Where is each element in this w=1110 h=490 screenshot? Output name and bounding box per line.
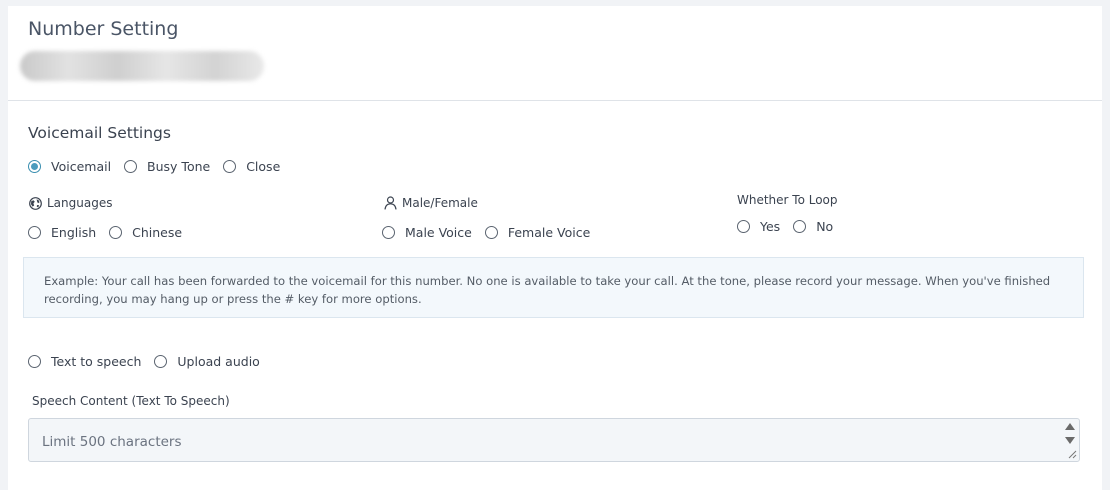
- source-group: Text to speech Upload audio: [28, 354, 273, 369]
- english-radio[interactable]: [28, 226, 41, 239]
- chinese-option[interactable]: Chinese: [109, 225, 182, 240]
- close-label: Close: [246, 159, 281, 174]
- mode-busy-tone-option[interactable]: Busy Tone: [124, 159, 210, 174]
- upload-audio-radio[interactable]: [154, 355, 168, 368]
- loop-no-label: No: [816, 219, 834, 234]
- languages-group: English Chinese: [28, 225, 195, 240]
- loop-text: Whether To Loop: [737, 193, 838, 207]
- scroll-down-arrow-icon[interactable]: [1065, 437, 1075, 444]
- busy-tone-label: Busy Tone: [147, 159, 211, 174]
- example-notice: Example: Your call has been forwarded to…: [23, 257, 1084, 318]
- loop-label: Whether To Loop: [737, 193, 838, 207]
- resize-handle-icon[interactable]: [1067, 449, 1077, 459]
- gender-label: Male/Female: [384, 196, 478, 210]
- male-voice-radio[interactable]: [382, 226, 395, 239]
- chinese-radio[interactable]: [109, 226, 123, 239]
- blurred-number: [20, 51, 264, 81]
- female-voice-radio[interactable]: [484, 226, 498, 239]
- number-setting-card: Number Setting Voicemail Settings Voicem…: [8, 6, 1102, 490]
- loop-no-option[interactable]: No: [793, 219, 833, 234]
- header: Number Setting: [8, 6, 1102, 100]
- speech-content-label: Speech Content (Text To Speech): [32, 394, 230, 408]
- languages-text: Languages: [47, 196, 113, 210]
- female-voice-option[interactable]: Female Voice: [484, 225, 591, 240]
- globe-icon: [29, 196, 42, 210]
- text-to-speech-label: Text to speech: [51, 354, 142, 369]
- page-title: Number Setting: [28, 18, 179, 40]
- loop-group: Yes No: [737, 219, 846, 234]
- gender-text: Male/Female: [402, 196, 478, 210]
- speech-placeholder: Limit 500 characters: [42, 434, 182, 450]
- mode-voicemail-option[interactable]: Voicemail: [28, 159, 111, 174]
- voicemail-radio[interactable]: [28, 160, 41, 173]
- upload-audio-label: Upload audio: [177, 354, 260, 369]
- busy-tone-radio[interactable]: [124, 160, 138, 173]
- gender-group: Male Voice Female Voice: [382, 225, 603, 240]
- loop-no-radio[interactable]: [793, 220, 807, 233]
- female-voice-label: Female Voice: [507, 225, 591, 240]
- male-voice-label: Male Voice: [405, 225, 472, 240]
- person-icon: [384, 196, 397, 210]
- text-to-speech-radio[interactable]: [28, 355, 41, 368]
- voicemail-mode-group: Voicemail Busy Tone Close: [28, 159, 293, 174]
- loop-yes-option[interactable]: Yes: [737, 219, 780, 234]
- upload-audio-option[interactable]: Upload audio: [154, 354, 260, 369]
- languages-label: Languages: [29, 196, 112, 210]
- chinese-label: Chinese: [132, 225, 183, 240]
- mode-close-option[interactable]: Close: [223, 159, 280, 174]
- close-radio[interactable]: [223, 160, 237, 173]
- voicemail-label: Voicemail: [51, 159, 112, 174]
- scroll-up-arrow-icon[interactable]: [1065, 423, 1075, 430]
- divider: [8, 100, 1102, 101]
- speech-content-textarea[interactable]: Limit 500 characters: [28, 418, 1080, 462]
- text-to-speech-option[interactable]: Text to speech: [28, 354, 141, 369]
- english-label: English: [51, 225, 97, 240]
- loop-yes-label: Yes: [760, 219, 781, 234]
- male-voice-option[interactable]: Male Voice: [382, 225, 472, 240]
- loop-yes-radio[interactable]: [737, 220, 750, 233]
- english-option[interactable]: English: [28, 225, 96, 240]
- voicemail-section-title: Voicemail Settings: [28, 124, 171, 142]
